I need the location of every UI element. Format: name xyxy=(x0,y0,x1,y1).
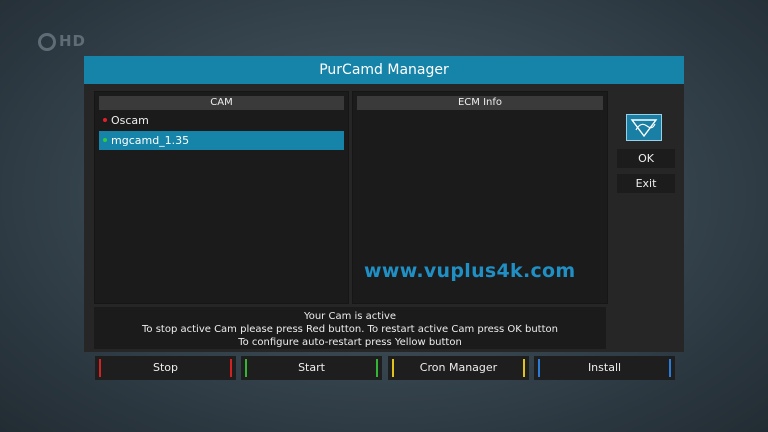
ok-button[interactable]: OK xyxy=(617,149,675,168)
ecm-panel-header: ECM Info xyxy=(357,96,603,110)
status-message: Your Cam is active To stop active Cam pl… xyxy=(94,307,606,349)
cam-panel: CAM Oscam mgcamd_1.35 xyxy=(94,91,349,304)
purcamd-window: PurCamd Manager CAM Oscam mgcamd_1.35 EC… xyxy=(84,56,684,352)
status-line-1: Your Cam is active xyxy=(303,311,397,322)
cam-panel-header: CAM xyxy=(99,96,344,110)
channel-logo-icon xyxy=(38,32,56,51)
status-dot-icon xyxy=(103,118,107,122)
cam-item-label: mgcamd_1.35 xyxy=(111,134,190,147)
purcamd-logo-icon xyxy=(626,114,662,141)
status-line-3: To configure auto-restart press Yellow b… xyxy=(238,337,462,348)
red-key-indicator xyxy=(99,359,101,377)
stop-button-label: Stop xyxy=(152,361,178,374)
blue-key-indicator xyxy=(669,359,671,377)
window-title: PurCamd Manager xyxy=(84,56,684,84)
cron-manager-button[interactable]: Cron Manager xyxy=(388,356,529,380)
yellow-key-indicator xyxy=(523,359,525,377)
cam-item-label: Oscam xyxy=(111,114,149,127)
green-key-indicator xyxy=(376,359,378,377)
channel-logo: HD xyxy=(38,32,86,51)
install-button-label: Install xyxy=(587,361,622,374)
start-button-label: Start xyxy=(298,361,325,374)
green-key-indicator xyxy=(245,359,247,377)
start-button[interactable]: Start xyxy=(241,356,382,380)
channel-logo-text: HD xyxy=(59,32,87,50)
stop-button[interactable]: Stop xyxy=(95,356,236,380)
yellow-key-indicator xyxy=(392,359,394,377)
cam-list-item-mgcamd[interactable]: mgcamd_1.35 xyxy=(99,131,344,150)
blue-key-indicator xyxy=(538,359,540,377)
exit-button[interactable]: Exit xyxy=(617,174,675,193)
color-button-bar: Stop Start Cron Manager Install xyxy=(93,356,677,380)
status-line-2: To stop active Cam please press Red butt… xyxy=(142,324,558,335)
cam-list-item-oscam[interactable]: Oscam xyxy=(99,111,344,130)
watermark-text: www.vuplus4k.com xyxy=(364,260,576,282)
cron-manager-button-label: Cron Manager xyxy=(419,361,498,374)
status-dot-icon xyxy=(103,138,107,142)
install-button[interactable]: Install xyxy=(534,356,675,380)
red-key-indicator xyxy=(230,359,232,377)
